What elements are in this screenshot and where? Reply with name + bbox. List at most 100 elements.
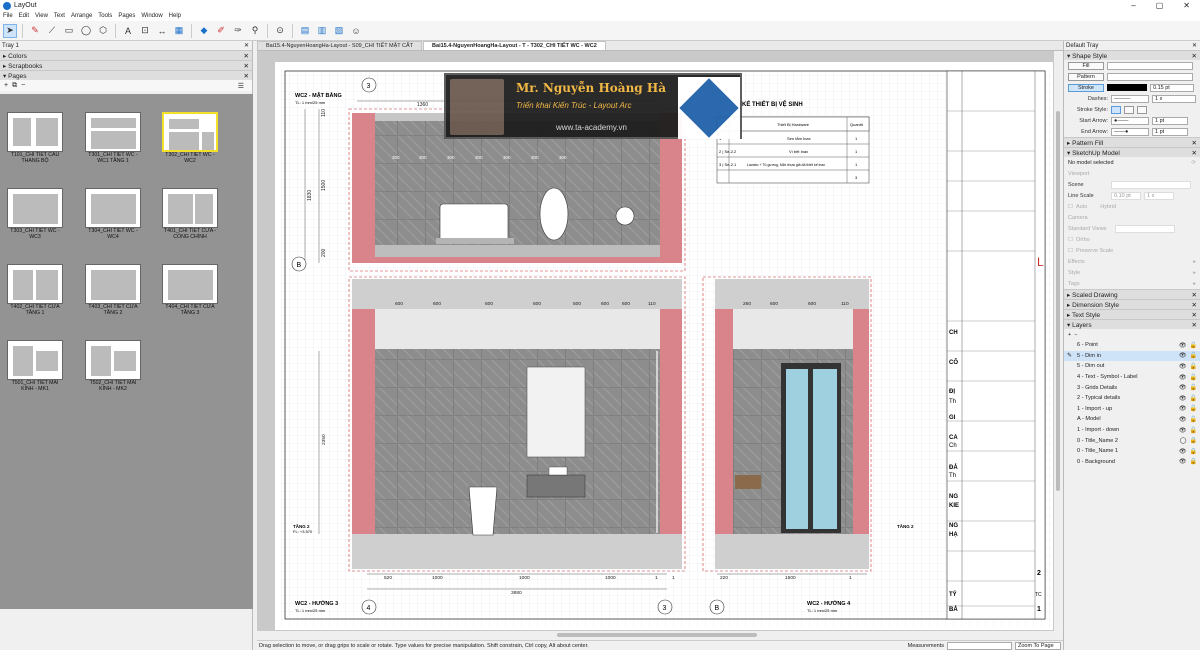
page-thumbnail[interactable]: T403_CHI TIẾT CỬA TẦNG 2 <box>83 264 143 316</box>
tags-row[interactable]: Tags ▸ <box>1064 278 1200 289</box>
maximize-button[interactable]: ▢ <box>1156 1 1164 10</box>
paint-icon[interactable]: ⚲ <box>248 24 262 38</box>
close-button[interactable]: ✕ <box>1183 1 1190 10</box>
menu-text[interactable]: Text <box>54 13 65 19</box>
layer-row[interactable]: 0 - Background 👁 🔒 <box>1064 457 1200 468</box>
pattern-fill-header[interactable]: ▸ Pattern Fill ✕ <box>1064 137 1200 147</box>
eye-icon[interactable]: 👁 <box>1179 458 1187 465</box>
lock-icon[interactable]: 🔓 <box>1190 384 1197 391</box>
page-thumbnail[interactable]: T304_CHI TIẾT WC - WC4 <box>83 188 143 240</box>
doc-setup-icon[interactable]: ▧ <box>332 24 346 38</box>
close-icon[interactable]: ✕ <box>1192 139 1197 147</box>
doc-icon[interactable]: ▥ <box>315 24 329 38</box>
page-thumbnail[interactable]: T501_CHI TIẾT MÁI KÍNH - MK1 <box>5 340 65 392</box>
cap-style-icon[interactable] <box>1111 105 1121 114</box>
layer-row[interactable]: 0 - Title_Name 1 👁 🔒 <box>1064 446 1200 457</box>
render-mode[interactable]: Hybrid <box>1100 204 1116 210</box>
page-thumbnail[interactable]: T302_CHI TIẾT WC - WC2 <box>160 112 220 164</box>
measurements-input[interactable] <box>947 641 1012 650</box>
page-thumbnail[interactable]: T303_CHI TIẾT WC - WC3 <box>5 188 65 240</box>
close-icon[interactable]: ✕ <box>1192 52 1197 60</box>
layer-row[interactable]: 3 - Grids Details 👁 🔓 <box>1064 382 1200 393</box>
menu-file[interactable]: File <box>3 13 13 19</box>
add-layer-icon[interactable]: + <box>1068 332 1071 338</box>
scene-select[interactable] <box>1111 180 1191 189</box>
line-scale-input[interactable]: 0.10 pt <box>1111 191 1141 200</box>
end-arrow-select[interactable]: ——● <box>1111 127 1149 136</box>
layer-row[interactable]: 4 - Text - Symbol - Label 👁 🔓 <box>1064 372 1200 383</box>
text-icon[interactable]: A <box>121 24 135 38</box>
eraser-icon[interactable]: ◆ <box>197 24 211 38</box>
remove-layer-icon[interactable]: − <box>1074 332 1077 338</box>
lock-icon[interactable]: 🔓 <box>1190 374 1197 381</box>
style-picker-icon[interactable]: ✐ <box>214 24 228 38</box>
account-icon[interactable]: ☺ <box>349 24 363 38</box>
eye-icon[interactable]: 👁 <box>1179 405 1187 412</box>
preserve-scale-checkbox[interactable]: ☐ <box>1068 248 1073 254</box>
page-thumbnail[interactable]: T402_CHI TIẾT CỬA TẦNG 1 <box>5 264 65 316</box>
layer-row[interactable]: ✎ 5 - Dim in 👁 🔓 <box>1064 350 1200 362</box>
menu-pages[interactable]: Pages <box>118 13 135 19</box>
eye-hidden-icon[interactable]: ◯ <box>1180 437 1187 444</box>
eye-icon[interactable]: 👁 <box>1179 374 1187 381</box>
line-scale-mult[interactable]: 1 x <box>1144 191 1174 200</box>
lock-icon[interactable]: 🔓 <box>1190 405 1197 412</box>
circle-icon[interactable]: ◯ <box>79 24 93 38</box>
eye-icon[interactable]: 👁 <box>1179 416 1187 423</box>
lock-icon[interactable]: 🔒 <box>1190 458 1197 465</box>
tab-t302[interactable]: Bai15.4-NguyenHoangHa-Layout - T - T302_… <box>423 41 606 50</box>
layer-row[interactable]: A - Model 👁 🔓 <box>1064 414 1200 425</box>
table-icon[interactable]: ▦ <box>172 24 186 38</box>
page-thumbnail[interactable]: T502_CHI TIẾT MÁI KÍNH - MK2 <box>83 340 143 392</box>
pattern-button[interactable]: Pattern <box>1068 72 1104 81</box>
polygon-icon[interactable]: ⬡ <box>96 24 110 38</box>
lock-icon[interactable]: 🔓 <box>1190 395 1197 402</box>
scaled-drawing-header[interactable]: ▸ Scaled Drawing ✕ <box>1064 289 1200 299</box>
pattern-swatch[interactable] <box>1107 72 1193 81</box>
layers-header[interactable]: ▾ Layers ✕ <box>1064 319 1200 329</box>
fill-button[interactable]: Fill <box>1068 61 1104 70</box>
close-icon[interactable]: ✕ <box>1192 301 1197 309</box>
lock-icon[interactable]: 🔓 <box>1190 427 1197 434</box>
lock-icon[interactable]: 🔓 <box>1190 352 1197 359</box>
zoom-select[interactable]: Zoom To Page <box>1015 641 1061 650</box>
dimension-icon[interactable]: ↔ <box>155 24 169 38</box>
fill-swatch[interactable] <box>1107 61 1193 70</box>
stroke-button[interactable]: Stroke <box>1068 83 1104 92</box>
lock-icon[interactable]: 🔒 <box>1190 448 1197 455</box>
effects-row[interactable]: Effects ▸ <box>1064 256 1200 267</box>
add-page-icon[interactable]: + <box>4 82 8 89</box>
list-view-icon[interactable]: ☰ <box>238 82 244 90</box>
pencil-icon[interactable]: ✎ <box>28 24 42 38</box>
model-icon[interactable]: ⊙ <box>273 24 287 38</box>
tray-close-icon[interactable]: ✕ <box>1192 42 1197 49</box>
layer-row[interactable]: 1 - Import - down 👁 🔓 <box>1064 425 1200 436</box>
shape-style-header[interactable]: ▾ Shape Style ✕ <box>1064 50 1200 60</box>
lock-icon[interactable]: 🔒 <box>1190 437 1197 444</box>
close-icon[interactable]: ✕ <box>1192 321 1197 329</box>
page-thumbnail[interactable]: T301_CHI TIẾT WC - WC1 TẦNG 1 <box>83 112 143 164</box>
menu-window[interactable]: Window <box>141 13 162 19</box>
style-row[interactable]: Style ▸ <box>1064 267 1200 278</box>
eye-icon[interactable]: 👁 <box>1179 352 1187 359</box>
start-arrow-size[interactable]: 1 pt <box>1152 116 1188 125</box>
horizontal-scrollbar[interactable] <box>257 631 1054 639</box>
tab-s09[interactable]: Bai15.4-NguyenHoangHa-Layout - S09_CHI T… <box>257 41 423 50</box>
dashes-select[interactable]: ——— <box>1111 94 1149 103</box>
duplicate-page-icon[interactable]: ⧉ <box>12 82 17 90</box>
menu-edit[interactable]: Edit <box>19 13 29 19</box>
rectangle-icon[interactable]: ▭ <box>62 24 76 38</box>
colors-panel-header[interactable]: ▸ Colors ✕ <box>0 50 252 60</box>
text-style-header[interactable]: ▸ Text Style ✕ <box>1064 309 1200 319</box>
eye-icon[interactable]: 👁 <box>1179 384 1187 391</box>
eye-icon[interactable]: 👁 <box>1179 395 1187 402</box>
pages-panel-header[interactable]: ▾ Pages ✕ <box>0 70 252 80</box>
standard-views-select[interactable] <box>1115 224 1176 233</box>
eye-icon[interactable]: 👁 <box>1179 448 1187 455</box>
delete-page-icon[interactable]: − <box>21 82 25 89</box>
page-thumbnail[interactable]: T401_CHI TIẾT CỬA - CỔNG CHÍNH <box>160 188 220 240</box>
layer-row[interactable]: 0 - Title_Name 2 ◯ 🔒 <box>1064 435 1200 446</box>
eye-icon[interactable]: 👁 <box>1179 427 1187 434</box>
page-thumbnail[interactable]: T404_CHI TIẾT CỬA TẦNG 3 <box>160 264 220 316</box>
dimension-style-header[interactable]: ▸ Dimension Style ✕ <box>1064 299 1200 309</box>
